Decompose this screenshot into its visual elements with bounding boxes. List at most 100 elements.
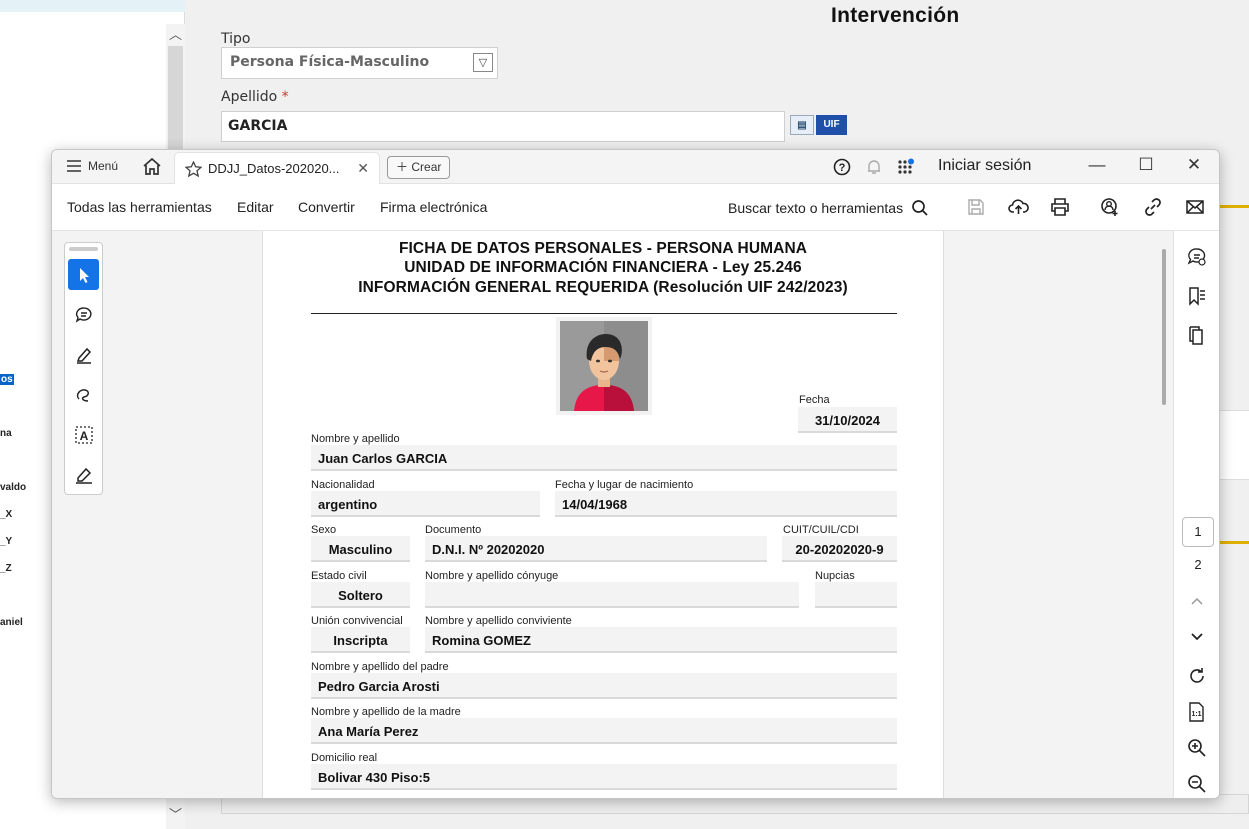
edit-menu[interactable]: Editar xyxy=(237,199,274,215)
tipo-select[interactable]: Persona Física-Masculino ▽ xyxy=(221,47,498,79)
chevron-down-icon[interactable] xyxy=(1190,629,1204,643)
menu-label: Menú xyxy=(88,159,119,173)
fecha-field[interactable]: 31/10/2024 xyxy=(798,407,897,433)
page-number[interactable]: 2 xyxy=(1182,557,1214,572)
share-icon[interactable] xyxy=(1100,197,1120,217)
save-icon[interactable] xyxy=(966,197,986,217)
apellido-label-text: Apellido xyxy=(221,89,278,105)
domicilio-field[interactable]: Bolivar 430 Piso:5 xyxy=(311,764,897,790)
conviviente-field[interactable]: Romina GOMEZ xyxy=(425,627,897,653)
chevron-up-icon[interactable] xyxy=(1190,594,1204,608)
sexo-field[interactable]: Masculino xyxy=(311,536,410,562)
apps-icon[interactable] xyxy=(897,158,915,176)
nombre-field[interactable]: Juan Carlos GARCIA xyxy=(311,445,897,471)
person-photo-icon xyxy=(560,321,648,411)
documento-label: Documento xyxy=(425,524,482,536)
pdf-page: FICHA DE DATOS PERSONALES - PERSONA HUMA… xyxy=(262,231,944,798)
star-icon[interactable] xyxy=(185,160,202,177)
esign-menu[interactable]: Firma electrónica xyxy=(380,199,487,215)
document-area: A FICHA DE DATOS PERSONALES - PERSONA HU… xyxy=(52,231,1219,798)
accent-bar xyxy=(1219,541,1249,544)
nacimiento-label: Fecha y lugar de nacimiento xyxy=(555,479,694,491)
convert-menu[interactable]: Convertir xyxy=(298,199,355,215)
upload-icon[interactable] xyxy=(1008,197,1029,217)
maximize-icon[interactable]: ☐ xyxy=(1133,155,1159,175)
estado-civil-field[interactable]: Soltero xyxy=(311,582,410,608)
search-tools[interactable]: Buscar texto o herramientas xyxy=(728,199,929,217)
sidebar-item[interactable]: _Z xyxy=(0,563,12,574)
close-icon[interactable]: ✕ xyxy=(357,160,369,177)
zoom-in-icon[interactable] xyxy=(1186,737,1208,759)
draw-icon xyxy=(76,388,89,402)
print-icon[interactable] xyxy=(1050,197,1070,217)
comment-tool[interactable] xyxy=(68,299,99,330)
nacionalidad-field[interactable]: argentino xyxy=(311,491,540,517)
accent-bar xyxy=(1219,205,1249,208)
chevron-down-icon[interactable]: ▽ xyxy=(473,53,493,72)
rotate-icon[interactable] xyxy=(1186,665,1208,687)
home-button[interactable] xyxy=(142,157,162,181)
hamburger-icon xyxy=(67,160,81,172)
link-icon[interactable] xyxy=(1143,197,1163,217)
bookmark-icon[interactable] xyxy=(1186,285,1208,307)
sidebar-top-strip xyxy=(0,0,185,12)
pages-icon[interactable] xyxy=(1186,324,1208,346)
sidebar-item[interactable]: valdo xyxy=(0,482,26,493)
search-icon xyxy=(912,200,928,216)
nacimiento-field[interactable]: 14/04/1968 xyxy=(555,491,897,517)
highlight-tool[interactable] xyxy=(68,339,99,370)
zoom-out-icon[interactable] xyxy=(1186,773,1208,795)
cuit-field[interactable]: 20-20202020-9 xyxy=(782,536,897,562)
doc-heading-3: INFORMACIÓN GENERAL REQUERIDA (Resolució… xyxy=(358,279,848,296)
padre-field[interactable]: Pedro Garcia Arosti xyxy=(311,673,897,699)
sidebar-item[interactable]: os xyxy=(0,374,14,385)
help-icon[interactable]: ? xyxy=(833,158,851,176)
avatar xyxy=(556,317,652,415)
close-icon[interactable]: ✕ xyxy=(1181,155,1207,175)
mail-icon[interactable] xyxy=(1185,197,1205,217)
sidebar-item[interactable]: na xyxy=(0,428,12,439)
highlight-icon xyxy=(76,347,91,364)
madre-label: Nombre y apellido de la madre xyxy=(311,706,461,718)
document-tab[interactable]: DDJJ_Datos-202020... ✕ xyxy=(174,152,380,184)
sign-tool[interactable] xyxy=(68,459,99,490)
cursor-icon xyxy=(79,267,89,283)
madre-field[interactable]: Ana María Perez xyxy=(311,718,897,744)
signin-button[interactable]: Iniciar sesión xyxy=(938,157,1031,175)
svg-text:1:1: 1:1 xyxy=(1191,711,1201,718)
create-button[interactable]: ＋ Crear xyxy=(387,156,451,179)
documento-field[interactable]: D.N.I. Nº 20202020 xyxy=(425,536,767,562)
chevron-down-icon[interactable]: ﹀ xyxy=(166,804,185,823)
sidebar-item[interactable]: _X xyxy=(0,509,12,520)
id-card-icon[interactable]: ▤ xyxy=(790,115,814,135)
comment-icon[interactable] xyxy=(1186,246,1208,268)
conyuge-field[interactable] xyxy=(425,582,799,608)
draw-tool[interactable] xyxy=(68,379,99,410)
tipo-value: Persona Física-Masculino xyxy=(230,54,430,70)
nupcias-field[interactable] xyxy=(815,582,897,608)
all-tools-menu[interactable]: Todas las herramientas xyxy=(67,199,212,215)
uif-button[interactable]: UIF xyxy=(816,115,847,135)
sidebar-item[interactable]: aniel xyxy=(0,617,23,628)
comment-icon xyxy=(75,306,92,323)
sign-icon xyxy=(75,467,92,484)
bell-icon[interactable] xyxy=(865,158,883,176)
union-field[interactable]: Inscripta xyxy=(311,627,410,653)
minimize-icon[interactable]: — xyxy=(1084,155,1110,175)
menu-button[interactable]: Menú xyxy=(66,159,118,173)
select-tool[interactable] xyxy=(68,259,99,290)
sexo-label: Sexo xyxy=(311,524,337,536)
domicilio-label: Domicilio real xyxy=(311,752,378,764)
doc-heading-2: UNIDAD DE INFORMACIÓN FINANCIERA - Ley 2… xyxy=(404,259,802,276)
toolbar-grip[interactable] xyxy=(69,247,98,251)
page-fit-icon[interactable]: 1:1 xyxy=(1186,701,1208,723)
text-select-tool[interactable]: A xyxy=(68,419,99,450)
quick-tools-bar: A xyxy=(64,242,103,495)
document-scrollbar[interactable] xyxy=(1162,249,1166,405)
sidebar-item[interactable]: _Y xyxy=(0,536,12,547)
chevron-up-icon[interactable]: ︿ xyxy=(166,24,185,43)
sidebar-scroll-thumb[interactable] xyxy=(168,46,183,166)
current-page-indicator[interactable]: 1 xyxy=(1182,517,1214,547)
cuit-label: CUIT/CUIL/CDI xyxy=(783,524,859,536)
apellido-input[interactable]: GARCIA xyxy=(221,111,785,142)
